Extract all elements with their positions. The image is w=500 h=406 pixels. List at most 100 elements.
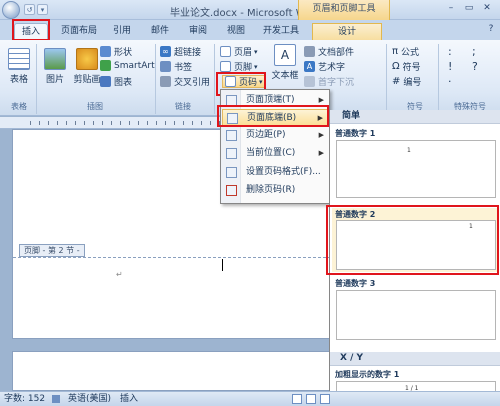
gallery-section-simple: 简单	[330, 110, 500, 124]
menu-item-page-margins[interactable]: 页边距(P) ▶	[222, 127, 329, 144]
menu-item-label: 页边距(P)	[246, 130, 286, 140]
gallery-preview	[336, 290, 496, 340]
wordart-button[interactable]: A 艺术字	[304, 60, 345, 73]
symbol-button[interactable]: Ω 符号	[392, 60, 421, 73]
ribbon-tabs: 插入 页面布局 引用 邮件 审阅 视图 开发工具 设计 ?	[0, 20, 500, 40]
insert-mode-indicator[interactable]: 插入	[120, 392, 138, 406]
picture-label: 图片	[45, 75, 64, 85]
gallery-item-plain-number-1[interactable]: 普通数字 1 1	[332, 128, 499, 200]
gallery-item-label: 普通数字 1	[335, 129, 376, 138]
dropcap-button[interactable]: 首字下沉	[304, 75, 354, 88]
shapes-icon	[100, 46, 111, 57]
bottom-of-page-highlight	[217, 105, 329, 127]
crossref-button[interactable]: 交叉引用	[160, 75, 210, 88]
group-separator	[438, 44, 439, 114]
wordart-icon: A	[304, 61, 315, 72]
remove-page-number-icon	[226, 185, 237, 196]
footer-section-label: 页脚 - 第 2 节 -	[19, 244, 85, 257]
tab-developer[interactable]: 开发工具	[258, 23, 304, 40]
symbol-label: 符号	[402, 63, 421, 73]
menu-item-remove-page-numbers[interactable]: 删除页码(R)	[222, 182, 329, 199]
table-icon	[8, 48, 30, 70]
bookmark-icon	[160, 61, 171, 72]
header-icon	[220, 46, 231, 57]
tab-references[interactable]: 引用	[108, 23, 136, 40]
bookmark-button[interactable]: 书签	[160, 60, 192, 73]
hash-icon: #	[392, 76, 401, 87]
gallery-item-plain-number-3[interactable]: 普通数字 3	[332, 278, 499, 348]
group-separator	[214, 44, 215, 114]
gallery-item-label: 普通数字 3	[335, 279, 376, 288]
chart-button[interactable]: 图表	[100, 75, 132, 88]
header-button[interactable]: 页眉 ▾	[220, 45, 258, 58]
plain-number-2-highlight	[326, 205, 499, 275]
tab-mailings[interactable]: 邮件	[146, 23, 174, 40]
header-dropdown-icon: ▾	[254, 47, 258, 56]
chart-icon	[100, 76, 111, 87]
full-screen-icon[interactable]	[306, 394, 316, 404]
print-layout-icon[interactable]	[292, 394, 302, 404]
gallery-item-label: 加粗显示的数字 1	[335, 370, 400, 379]
special-char-colon[interactable]: :	[448, 45, 452, 58]
gallery-preview: 1	[336, 140, 496, 198]
textbox-button[interactable]: A 文本框	[268, 44, 302, 81]
close-icon[interactable]: ✕	[480, 2, 494, 16]
office-button[interactable]	[2, 1, 20, 19]
menu-item-current-position[interactable]: 当前位置(C) ▶	[222, 145, 329, 162]
special-char-question[interactable]: ?	[472, 60, 478, 73]
undo-icon[interactable]: ↺	[24, 4, 35, 15]
special-char-exclamation[interactable]: !	[448, 60, 452, 73]
tab-design[interactable]: 设计	[312, 23, 382, 40]
minimize-icon[interactable]: –	[444, 2, 458, 16]
smartart-label: SmartArt	[114, 60, 155, 71]
preview-page-number: 1	[407, 147, 411, 154]
qat-dropdown-icon[interactable]: ▾	[37, 4, 48, 15]
menu-item-format-page-numbers[interactable]: 设置页码格式(F)...	[222, 164, 329, 181]
numbering-label: 编号	[403, 78, 422, 88]
current-position-icon	[226, 148, 237, 159]
tab-review[interactable]: 审阅	[184, 23, 212, 40]
clipart-button[interactable]: 剪贴画	[70, 48, 104, 85]
tab-view[interactable]: 视图	[222, 23, 250, 40]
pi-icon: π	[392, 46, 399, 57]
footer-icon	[220, 61, 231, 72]
doc-parts-label: 文档部件	[318, 48, 355, 58]
word-count[interactable]: 字数: 152	[4, 392, 45, 406]
special-char-semicolon[interactable]: ;	[472, 45, 476, 58]
tab-page-layout[interactable]: 页面布局	[56, 23, 102, 40]
picture-button[interactable]: 图片	[38, 48, 72, 85]
status-bar: 字数: 152 英语(美国) 插入	[0, 391, 500, 406]
shapes-button[interactable]: 形状	[100, 45, 132, 58]
formula-button[interactable]: π 公式	[392, 45, 419, 58]
restore-icon[interactable]: ▭	[462, 2, 476, 16]
numbering-button[interactable]: # 编号	[392, 75, 421, 88]
menu-item-label: 页面顶端(T)	[246, 95, 295, 105]
hyperlink-button[interactable]: ∞ 超链接	[160, 45, 201, 58]
language-indicator[interactable]: 英语(美国)	[68, 392, 111, 406]
smartart-button[interactable]: SmartArt	[100, 60, 155, 71]
help-icon[interactable]: ?	[484, 23, 498, 37]
special-char-dot[interactable]: ·	[448, 75, 452, 88]
table-button[interactable]: 表格	[2, 48, 36, 85]
table-label: 表格	[9, 75, 28, 85]
submenu-arrow-icon: ▶	[318, 149, 324, 157]
web-layout-icon[interactable]	[320, 394, 330, 404]
group-separator	[386, 44, 387, 114]
gallery-section-xy: X / Y	[330, 352, 500, 366]
paragraph-mark: ↵	[116, 270, 123, 279]
clipart-label: 剪贴画	[73, 75, 101, 85]
page-next	[12, 351, 332, 391]
dropcap-label: 首字下沉	[318, 78, 355, 88]
group-separator	[36, 44, 37, 114]
proofing-icon[interactable]	[52, 395, 60, 403]
omega-icon: Ω	[392, 61, 400, 72]
textbox-label: 文本框	[271, 71, 299, 81]
menu-item-label: 设置页码格式(F)...	[246, 167, 321, 177]
wordart-label: 艺术字	[318, 63, 346, 73]
context-title: 页眉和页脚工具	[298, 0, 390, 20]
doc-parts-button[interactable]: 文档部件	[304, 45, 354, 58]
group-separator	[155, 44, 156, 114]
group-label-tables: 表格	[11, 102, 27, 111]
crossref-icon	[160, 76, 171, 87]
footer-boundary	[13, 257, 331, 258]
